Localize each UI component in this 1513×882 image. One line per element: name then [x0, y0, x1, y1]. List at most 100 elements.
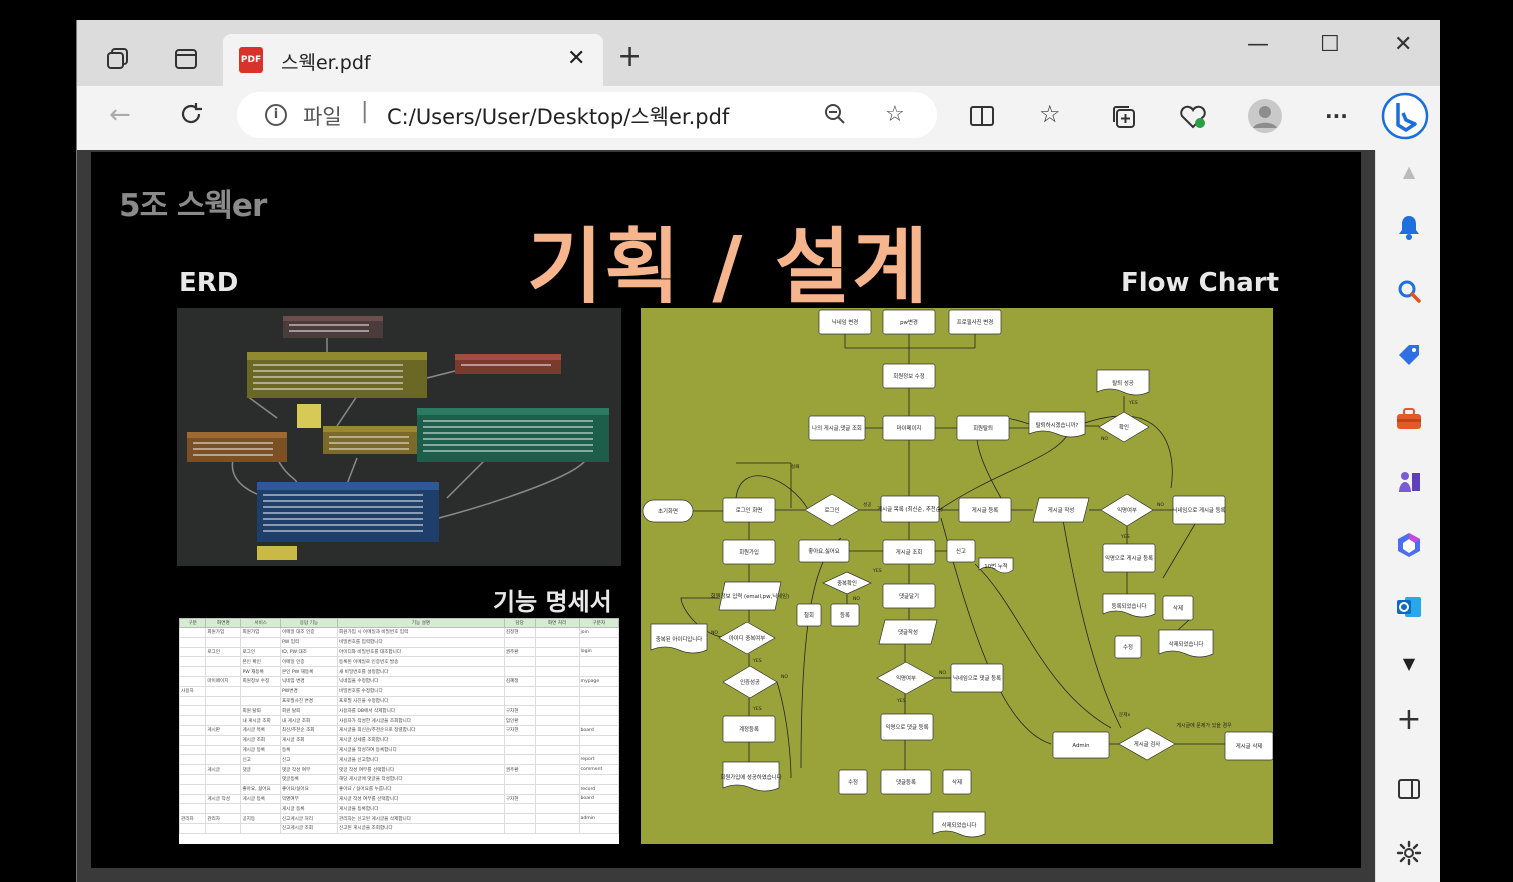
maximize-button[interactable]: ☐: [1320, 32, 1340, 57]
flow-annotation-yes: YES: [1120, 534, 1130, 540]
flow-node-label-reg: 등록: [840, 612, 850, 619]
flow-connector: [1177, 619, 1190, 631]
spec-cell: 아이디와 비밀번호를 대조합니다: [337, 646, 505, 658]
flow-node-label-admin: Admin: [1072, 743, 1089, 749]
spec-cell: 좋아요/싫어요: [279, 783, 339, 795]
spec-cell: 회원가입 시 이메일과 비밀번호 입력: [337, 627, 505, 638]
spec-cell: [534, 744, 580, 756]
chevron-down-icon[interactable]: ▼: [1394, 648, 1424, 678]
spec-cell: [578, 715, 619, 726]
spec-row: 좋아요, 싫어요 좋아요/싫어요 좋아요 / 싫어요를 누릅니다 record: [179, 783, 619, 795]
spec-cell: 신고된 게시글을 조회합니다: [337, 822, 505, 834]
spec-cell: 댓글 작성 여부: [279, 764, 339, 775]
spec-cell: [503, 656, 536, 668]
spec-cell: [578, 734, 619, 746]
flow-connector: [1162, 523, 1196, 579]
flow-node-label-post_write: 게시글 작성: [1048, 506, 1075, 514]
spec-cell: 게시글 목록: [240, 724, 281, 736]
scroll-up-icon[interactable]: ▲: [1394, 156, 1424, 186]
notification-bell-icon[interactable]: [1394, 212, 1424, 242]
settings-gear-icon[interactable]: [1394, 838, 1424, 868]
workspaces-icon[interactable]: [173, 46, 199, 72]
spec-header-cell: 화면 처리: [534, 618, 580, 628]
spec-row: PW 재등록 본인 PW 재등록 새 비밀번호를 설정합니다: [179, 666, 619, 677]
spec-cell: 게시글 등록: [240, 744, 281, 756]
browser-essentials-icon[interactable]: [1179, 104, 1207, 136]
spec-cell: 내 게시글 조회: [240, 715, 281, 726]
edge-sidebar: ▲ ▼ +: [1375, 150, 1440, 882]
spec-cell: 신고: [240, 754, 281, 766]
back-arrow-icon[interactable]: ←: [109, 100, 131, 130]
spec-row: 신고 신고 게시글을 신고합니다 report: [179, 754, 619, 766]
spec-cell: [503, 773, 536, 785]
zoom-out-icon[interactable]: [823, 102, 847, 132]
spec-cell: [578, 803, 619, 815]
shopping-tag-icon[interactable]: [1394, 340, 1424, 370]
flow-node-label-home: 초기화면: [658, 507, 678, 515]
close-window-button[interactable]: ✕: [1394, 32, 1412, 57]
spec-cell: 게시글 상세를 조회합니다: [337, 734, 505, 746]
spec-cell: join: [578, 627, 619, 638]
tab-actions-icon[interactable]: [105, 46, 131, 72]
spec-cell: [179, 656, 207, 668]
spec-cell: board: [578, 724, 619, 736]
collections-icon[interactable]: [1111, 104, 1137, 136]
split-screen-icon[interactable]: [969, 104, 995, 134]
spec-cell: 게시글 작성: [205, 793, 242, 805]
outlook-icon[interactable]: [1394, 592, 1424, 622]
bing-copilot-icon[interactable]: [1381, 92, 1429, 146]
flow-annotation-no: NO: [781, 674, 788, 680]
pdf-viewer[interactable]: 5조 스웩er 기획 / 설계 ERD Flow Chart 기능 명세서 구분…: [77, 150, 1375, 882]
more-options-icon[interactable]: ···: [1325, 104, 1348, 128]
close-tab-icon[interactable]: ✕: [567, 46, 585, 71]
spec-cell: 해당 게시글에 댓글을 작성합니다: [337, 773, 505, 785]
flow-node-label-edit2: 수정: [848, 779, 858, 786]
tab-active[interactable]: PDF 스웩er.pdf ✕: [223, 34, 603, 86]
spec-cell: 구자현: [503, 705, 536, 717]
address-url[interactable]: C:/Users/User/Desktop/스웩er.pdf: [387, 101, 729, 131]
flow-node-label-deleted2: 삭제되었습니다: [942, 821, 977, 829]
spec-cell: [240, 685, 281, 697]
spec-cell: [534, 734, 580, 746]
erd-diagram-image: [177, 308, 621, 566]
add-sidebar-item-icon[interactable]: +: [1394, 702, 1424, 737]
flow-node-label-login: 로그인 화면: [736, 506, 763, 514]
flow-node-label-nick_comment: 닉네임으로 댓글 등록: [953, 674, 1001, 682]
spec-cell: [534, 695, 580, 707]
spec-header-cell: 서비스: [240, 618, 281, 628]
refresh-icon[interactable]: [177, 100, 205, 134]
flow-annotation-no: NO: [711, 630, 718, 636]
address-bar[interactable]: i 파일 | C:/Users/User/Desktop/스웩er.pdf ☆: [237, 92, 937, 138]
spec-cell: [534, 705, 580, 717]
favorites-icon[interactable]: ☆: [1039, 100, 1061, 128]
flow-node-label-pw_change: pw변경: [900, 318, 918, 326]
spec-cell: [578, 705, 619, 717]
flow-node-label-post_list: 게시글 목록 (최신순, 추천순): [877, 505, 943, 513]
spec-row: 관리자 관리자 공지등 신고게시글 처리 관리자는 신고된 게시글을 삭제합니다 admi…: [179, 813, 619, 824]
new-tab-button[interactable]: +: [617, 42, 642, 72]
spec-cell: 게시글 조회: [279, 734, 339, 746]
spec-cell: 회원정보 수정: [240, 675, 281, 687]
info-icon[interactable]: i: [265, 104, 287, 126]
spec-cell: board: [578, 793, 619, 805]
spec-cell: [179, 734, 207, 746]
star-icon[interactable]: ☆: [885, 102, 905, 127]
games-chess-icon[interactable]: [1394, 466, 1424, 496]
flow-node-label-delete2: 삭제: [952, 778, 962, 786]
spec-cell: 게시글을 등록합니다: [337, 803, 505, 815]
spec-cell: 닉네임을 수정합니다: [337, 675, 505, 687]
spec-cell: [240, 822, 281, 834]
hide-sidebar-icon[interactable]: [1394, 774, 1424, 804]
flow-node-label-registered: 등록되었습니다: [1112, 602, 1147, 610]
profile-avatar-icon[interactable]: [1247, 98, 1283, 140]
flow-node-label-edit_info: 회원정보 수정: [893, 372, 925, 380]
pdf-slide: 5조 스웩er 기획 / 설계 ERD Flow Chart 기능 명세서 구분…: [91, 152, 1361, 868]
tools-briefcase-icon[interactable]: [1394, 404, 1424, 434]
spec-cell: [179, 822, 207, 834]
microsoft-365-icon[interactable]: [1394, 530, 1424, 560]
minimize-button[interactable]: —: [1247, 32, 1269, 57]
flow-annotation-yes: YES: [896, 698, 906, 704]
spec-cell: comment: [578, 764, 619, 775]
spec-header-cell: 담당: [503, 618, 536, 628]
search-icon[interactable]: [1394, 276, 1424, 306]
